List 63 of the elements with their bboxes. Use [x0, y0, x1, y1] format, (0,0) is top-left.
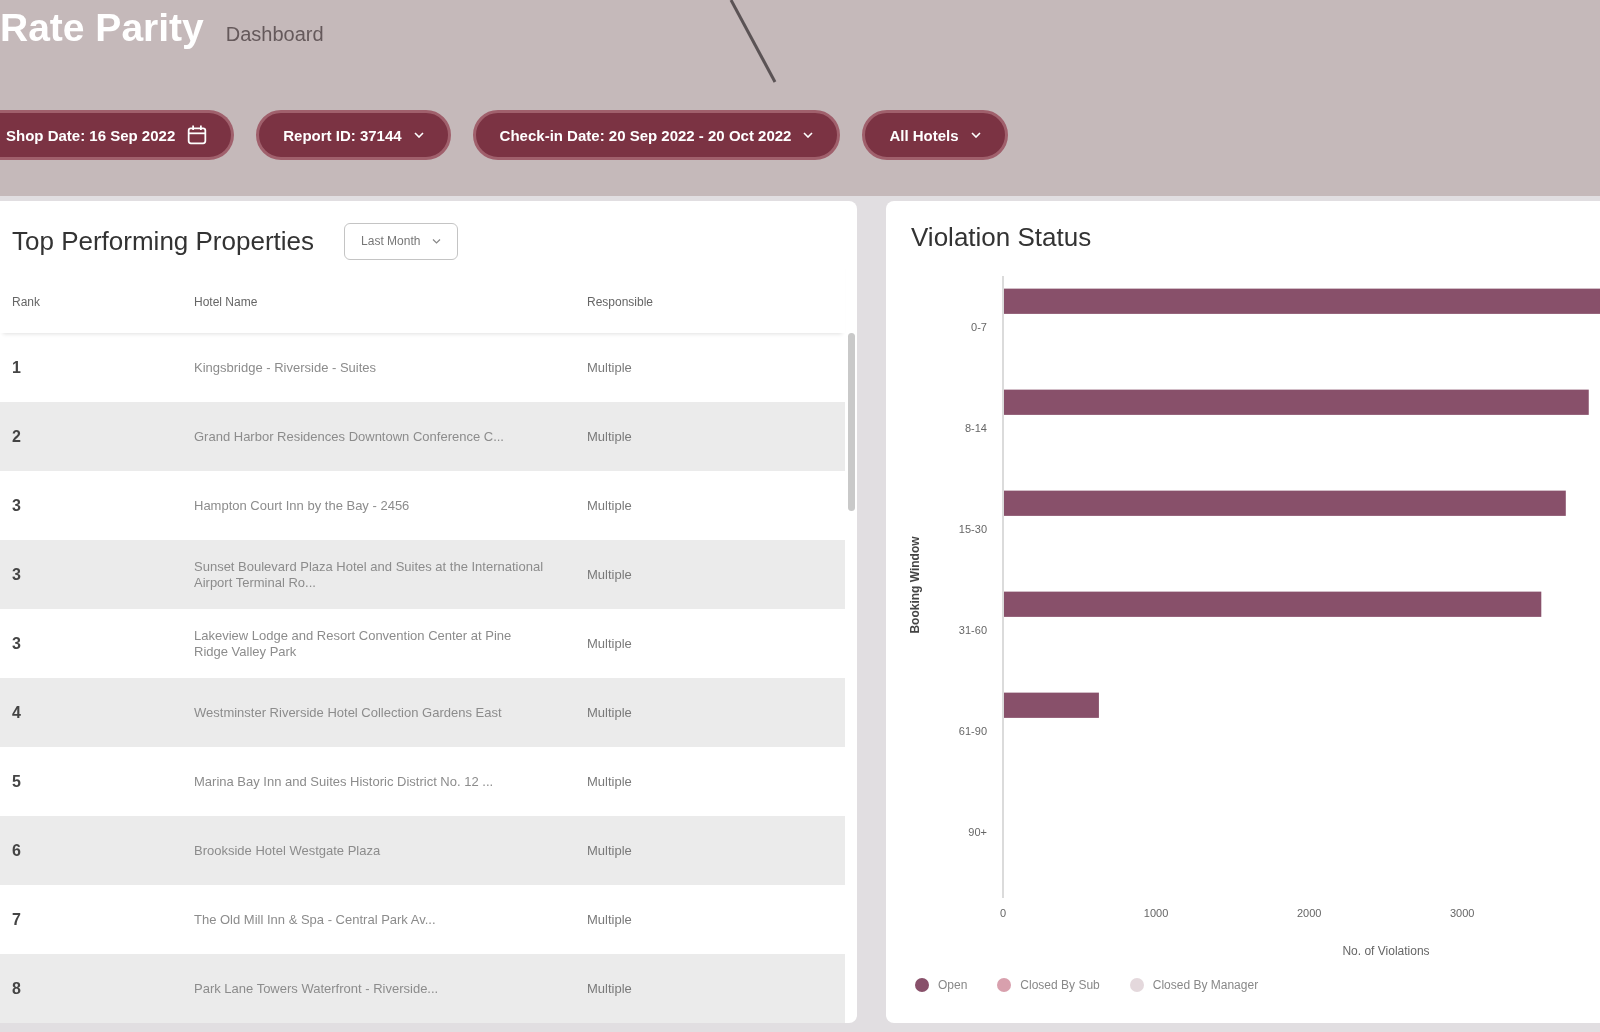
chevron-down-icon [432, 238, 442, 244]
table-cell: Multiple [587, 774, 632, 789]
calendar-icon [187, 125, 208, 145]
table-cell-text: Lakeview Lodge and Resort Convention Center at Pine Ridge Valley Park [194, 627, 513, 660]
table-cell: Multiple [587, 843, 632, 858]
chevron-down-icon [413, 132, 424, 138]
table-cell: Grand Harbor Residences Downtown Conference C... [194, 428, 504, 445]
axis-tick-label: 90+ [968, 825, 987, 838]
table-cell: 3 [12, 565, 21, 584]
column-header[interactable]: Rank [12, 295, 40, 309]
app-subtitle: Dashboard [225, 23, 324, 46]
table-cell: Sunset Boulevard Plaza Hotel and Suites at the International Airport Terminal Ro... [194, 558, 544, 591]
axis-tick-label: 15-30 [958, 522, 987, 535]
chevron-down-icon [970, 132, 981, 138]
table-cell: Multiple [587, 429, 632, 444]
table-cell: Multiple [587, 912, 632, 927]
table-cell: 8 [12, 979, 21, 998]
legend-label[interactable]: Closed By Sub [1020, 978, 1100, 992]
app-title: Rate Parity [0, 5, 204, 51]
table-cell: Westminster Riverside Hotel Collection Gardens East [194, 704, 502, 721]
table-cell: Park Lane Towers Waterfront - Riverside... [194, 980, 439, 997]
table-cell: Multiple [587, 360, 632, 375]
table-cell: 6 [12, 841, 21, 860]
panel-title: Violation Status [910, 221, 1093, 253]
axis-title: No. of Violations [1342, 944, 1430, 958]
axis-tick-label: 1000 [1143, 907, 1169, 919]
table-cell: Multiple [587, 981, 632, 996]
axis-tick-label: 3000 [1450, 907, 1475, 919]
table-cell: 4 [12, 703, 21, 722]
period-dropdown[interactable]: Last Month [344, 222, 459, 260]
table-cell: 5 [12, 772, 21, 791]
table-cell: Multiple [587, 705, 632, 720]
legend-label[interactable]: Open [938, 978, 968, 992]
table-cell: Multiple [587, 498, 632, 513]
axis-tick-label: 0-7 [971, 320, 987, 333]
filter-dropdown[interactable]: Check-in Date: 20 Sep 2022 - 20 Oct 2022 [472, 110, 841, 160]
panel-title: Top Performing Properties [12, 225, 315, 257]
axis-tick-label: 2000 [1296, 907, 1322, 919]
table-cell: 2 [12, 427, 21, 446]
axis-title: Booking Window [908, 536, 922, 634]
date-filter-button[interactable]: Shop Date: 16 Sep 2022 [0, 110, 235, 160]
table-cell: 1 [12, 358, 21, 377]
filter-dropdown[interactable]: Report ID: 37144 [256, 110, 451, 160]
table-cell: Kingsbridge - Riverside - Suites [194, 359, 377, 376]
axis-tick-label: 61-90 [958, 724, 987, 737]
table-cell: Multiple [587, 567, 632, 582]
axis-tick-label: 31-60 [958, 623, 987, 636]
column-header[interactable]: Hotel Name [194, 295, 258, 309]
scrollbar-thumb[interactable] [847, 333, 855, 511]
table-cell: The Old Mill Inn & Spa - Central Park Av... [194, 911, 436, 928]
table-cell: 3 [12, 496, 21, 515]
table-cell: 7 [12, 910, 21, 929]
table-cell: Multiple [587, 636, 632, 651]
legend-label[interactable]: Closed By Manager [1152, 978, 1259, 992]
axis-tick-label: 8-14 [964, 421, 987, 434]
table-cell: Marina Bay Inn and Suites Historic District No. 12 ... [194, 773, 494, 790]
filter-dropdown[interactable]: All Hotels [862, 110, 1008, 160]
table-cell: 3 [12, 634, 21, 653]
table-cell: Hampton Court Inn by the Bay - 2456 [194, 497, 410, 514]
axis-tick-label: 0 [999, 907, 1007, 919]
column-header[interactable]: Responsible [587, 295, 654, 309]
chevron-down-icon [803, 132, 814, 138]
table-cell: Brookside Hotel Westgate Plaza [194, 842, 381, 859]
